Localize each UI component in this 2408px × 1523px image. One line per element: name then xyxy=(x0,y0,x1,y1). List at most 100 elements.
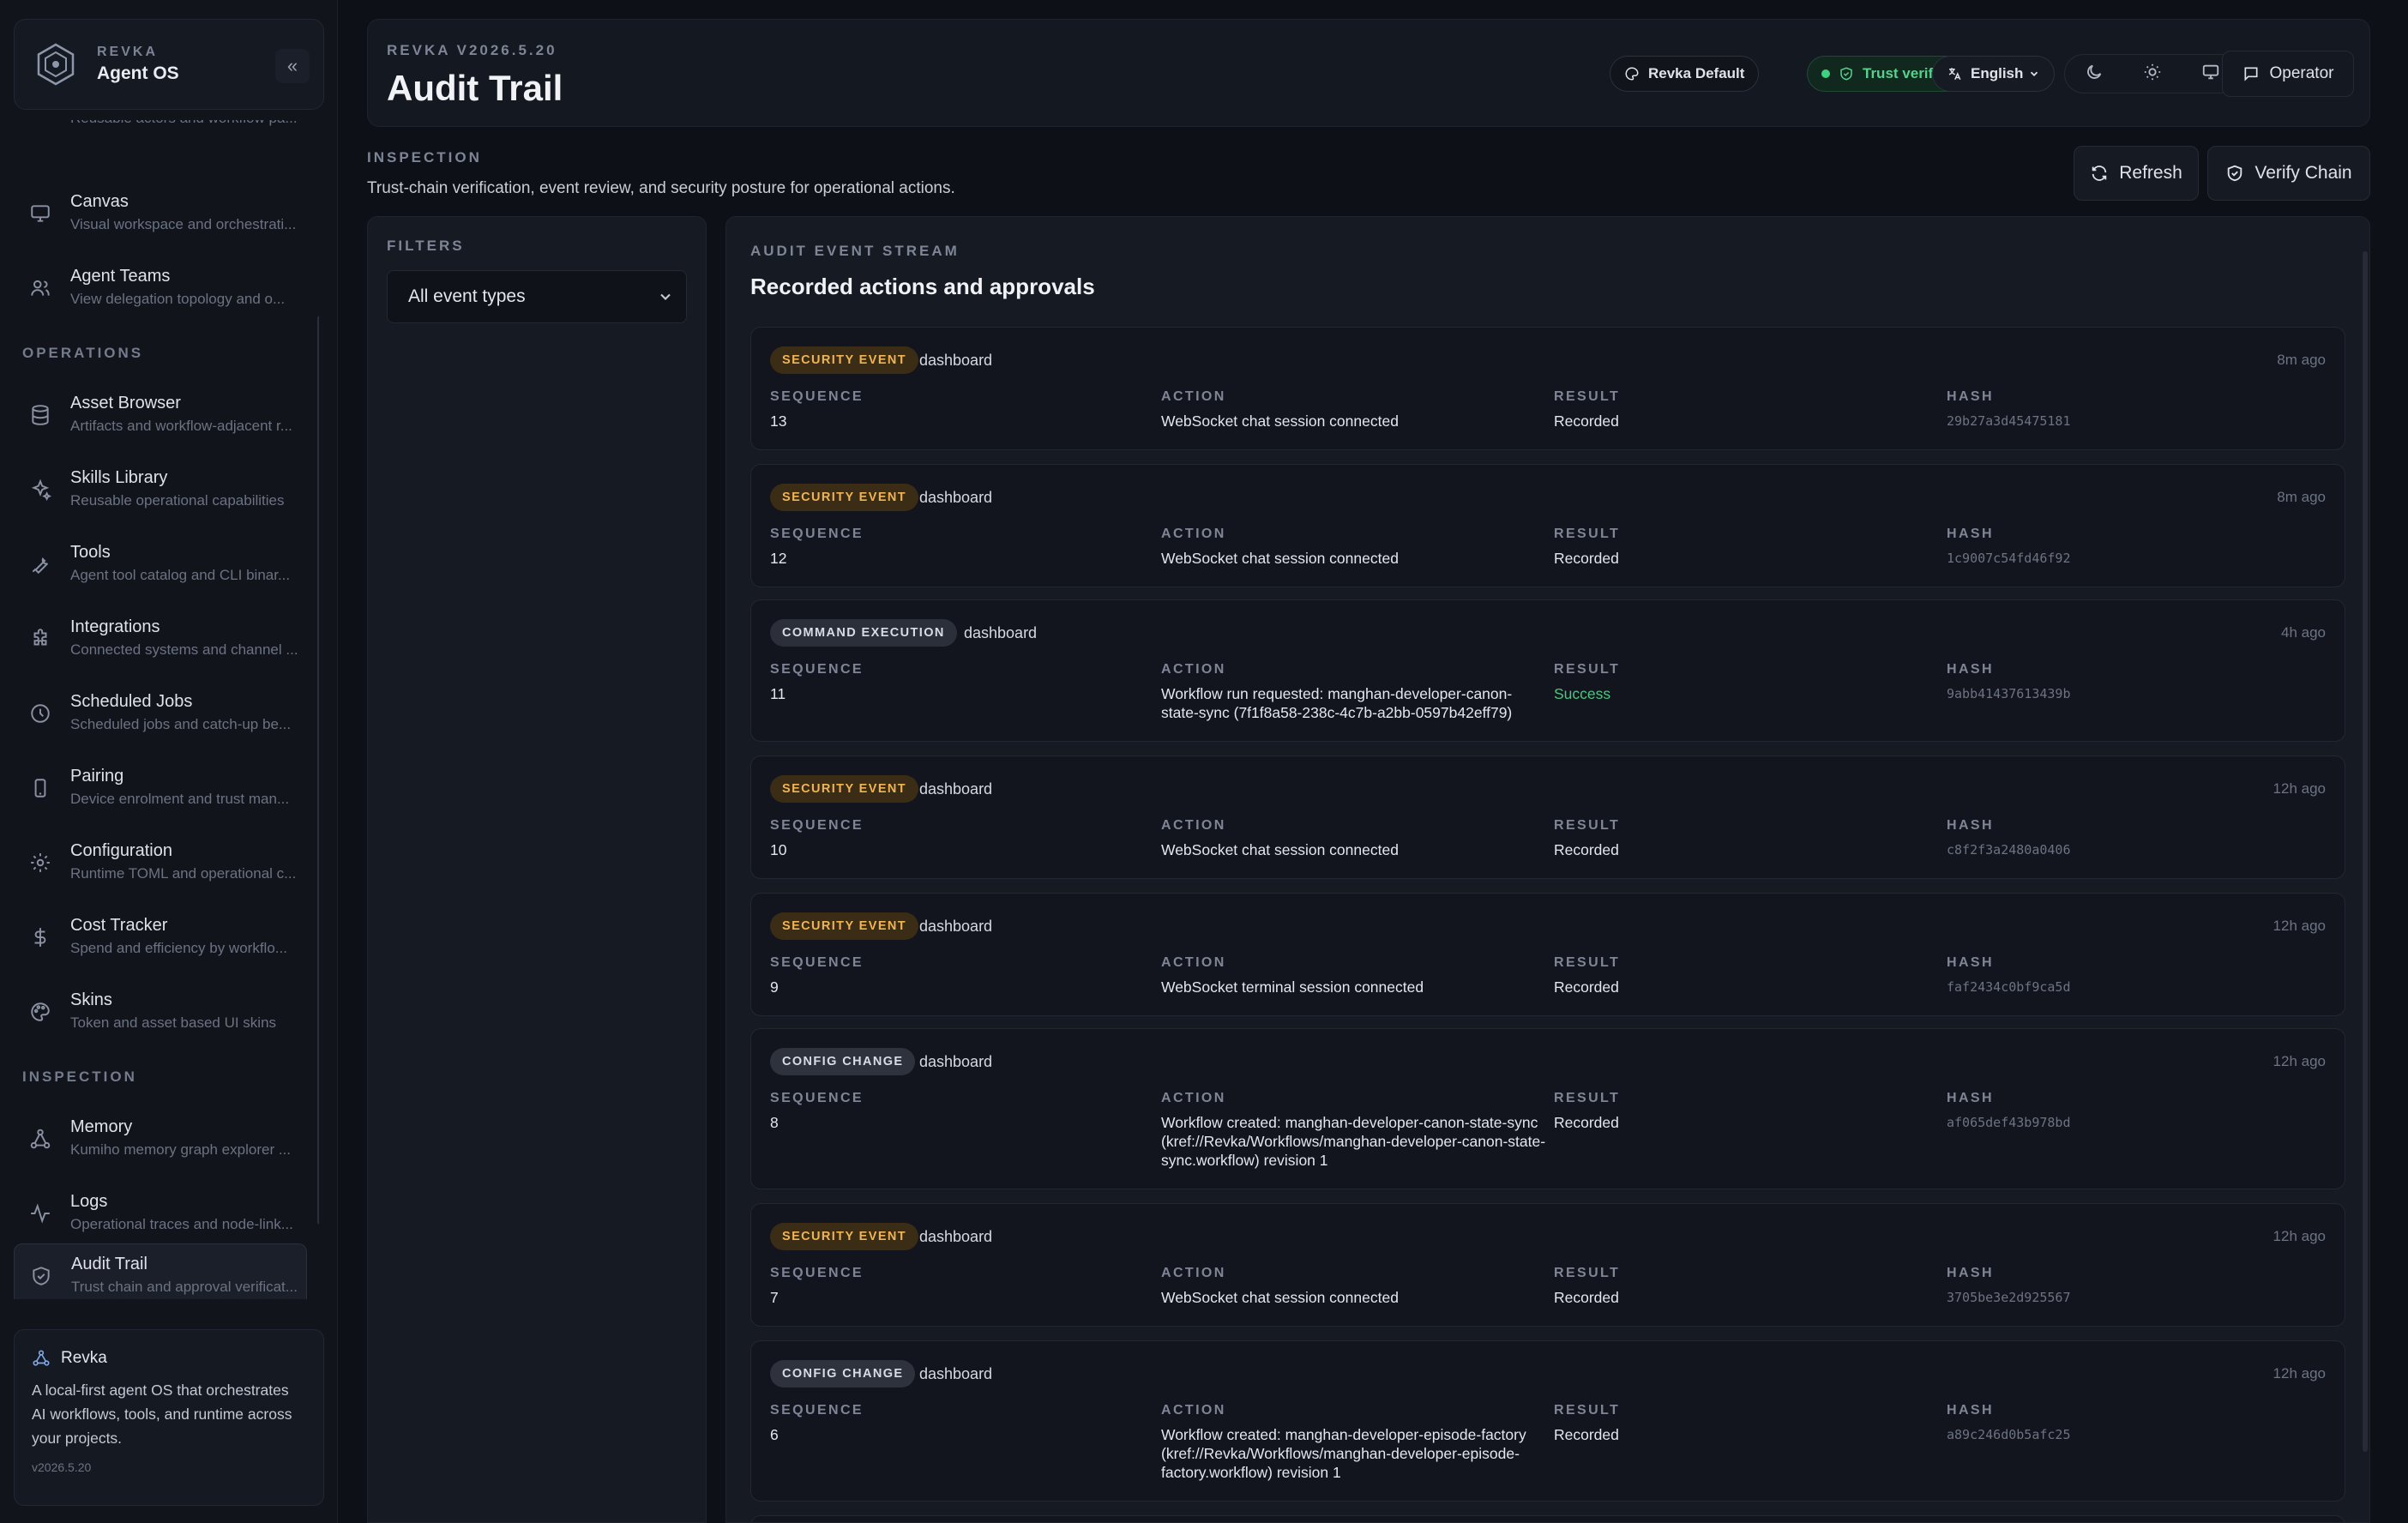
event-type-badge: SECURITY EVENT xyxy=(770,1223,919,1250)
sidebar-item-memory[interactable]: Memory Kumiho memory graph explorer ... xyxy=(14,1107,307,1172)
audit-event-card[interactable]: CONFIG CHANGE dashboard 12h ago SEQUENCE… xyxy=(750,1340,2345,1502)
about-version: v2026.5.20 xyxy=(32,1460,92,1474)
col-label-sequence: SEQUENCE xyxy=(770,1403,864,1418)
event-sequence: 10 xyxy=(770,841,787,858)
filters-panel: FILTERS All event types xyxy=(367,216,707,1523)
event-hash: c8f2f3a2480a0406 xyxy=(1947,842,2071,858)
col-label-sequence: SEQUENCE xyxy=(770,1091,864,1105)
system-theme-icon[interactable] xyxy=(2201,63,2220,86)
graph-icon xyxy=(29,1128,51,1150)
sidebar: REVKA Agent OS « Reusable actors and wor… xyxy=(0,0,338,1523)
sidebar-item-desc: Token and asset based UI skins xyxy=(70,1014,277,1031)
col-label-result: RESULT xyxy=(1554,1403,1621,1418)
col-label-sequence: SEQUENCE xyxy=(770,818,864,833)
top-header: REVKA V2026.5.20 Audit Trail Revka Defau… xyxy=(367,19,2370,127)
sidebar-item-audit-trail[interactable]: Audit Trail Trust chain and approval veri… xyxy=(14,1243,307,1299)
col-label-hash: HASH xyxy=(1947,1403,1994,1418)
gear-icon xyxy=(29,852,51,874)
audit-event-card[interactable]: SECURITY EVENT dashboard 12h ago SEQUENC… xyxy=(750,893,2345,1016)
audit-event-card[interactable] xyxy=(750,1515,2345,1522)
event-type-selected: All event types xyxy=(408,286,526,306)
refresh-icon xyxy=(2092,166,2107,181)
audit-event-card[interactable]: CONFIG CHANGE dashboard 12h ago SEQUENCE… xyxy=(750,1028,2345,1189)
event-hash: 9abb41437613439b xyxy=(1947,686,2071,701)
sidebar-item-label: Asset Browser xyxy=(70,394,181,412)
sidebar-item-skins[interactable]: Skins Token and asset based UI skins xyxy=(14,980,307,1045)
event-action: Workflow run requested: manghan-develope… xyxy=(1161,685,1513,721)
sidebar-item-label: Pairing xyxy=(70,767,124,786)
event-sequence: 9 xyxy=(770,978,779,996)
brand-name: Agent OS xyxy=(97,63,179,83)
sidebar-item-label: Integrations xyxy=(70,617,160,636)
sidebar-item-tools[interactable]: Tools Agent tool catalog and CLI binar... xyxy=(14,533,307,598)
event-type-badge: SECURITY EVENT xyxy=(770,346,919,374)
col-label-sequence: SEQUENCE xyxy=(770,662,864,677)
event-hash: 1c9007c54fd46f92 xyxy=(1947,551,2071,566)
sidebar-item-desc: Artifacts and workflow-adjacent r... xyxy=(70,418,292,434)
sun-icon[interactable] xyxy=(2143,63,2162,86)
sidebar-item-configuration[interactable]: Configuration Runtime TOML and operationa… xyxy=(14,831,307,896)
sidebar-item-cost-tracker[interactable]: Cost Tracker Spend and efficiency by work… xyxy=(14,906,307,971)
sidebar-item-desc: Device enrolment and trust man... xyxy=(70,791,290,807)
language-select[interactable]: English xyxy=(1932,56,2056,92)
about-title: Revka xyxy=(61,1349,107,1367)
sidebar-item-label: Audit Trail xyxy=(71,1255,147,1273)
event-action: WebSocket chat session connected xyxy=(1161,412,1399,430)
sidebar-item-skills-library[interactable]: Skills Library Reusable operational capab… xyxy=(14,458,307,523)
event-type-badge: COMMAND EXECUTION xyxy=(770,619,957,647)
sidebar-item-partial[interactable]: Reusable actors and workflow pa... xyxy=(14,120,307,141)
about-card: Revka A local-first agent OS that orches… xyxy=(14,1329,324,1506)
event-source: dashboard xyxy=(919,1228,993,1245)
col-label-result: RESULT xyxy=(1554,1091,1621,1105)
col-label-action: ACTION xyxy=(1161,527,1226,541)
message-square-icon xyxy=(2244,67,2257,81)
stream-scrollbar[interactable] xyxy=(2363,251,2368,1452)
col-label-action: ACTION xyxy=(1161,662,1226,677)
col-label-result: RESULT xyxy=(1554,389,1621,404)
sidebar-item-canvas[interactable]: Canvas Visual workspace and orchestrati..… xyxy=(14,182,307,247)
event-source: dashboard xyxy=(919,1053,993,1070)
sidebar-item-scheduled-jobs[interactable]: Scheduled Jobs Scheduled jobs and catch-u… xyxy=(14,682,307,747)
palette-icon xyxy=(1625,67,1639,81)
section-label-operations: OPERATIONS xyxy=(22,345,144,361)
sidebar-item-agent-teams[interactable]: Agent Teams View delegation topology and … xyxy=(14,256,307,322)
verify-chain-button[interactable]: Verify Chain xyxy=(2207,146,2370,201)
sidebar-item-desc: Agent tool catalog and CLI binar... xyxy=(70,567,291,583)
event-action: WebSocket terminal session connected xyxy=(1161,978,1424,996)
sidebar-item-logs[interactable]: Logs Operational traces and node-link... xyxy=(14,1182,307,1247)
chevron-down-icon xyxy=(660,293,671,300)
section-label-inspection: INSPECTION xyxy=(22,1069,137,1085)
moon-icon[interactable] xyxy=(2085,63,2104,86)
event-time: 12h ago xyxy=(2273,1053,2326,1069)
filters-eyebrow: FILTERS xyxy=(387,238,465,254)
sidebar-item-integrations[interactable]: Integrations Connected systems and channe… xyxy=(14,607,307,672)
event-source: dashboard xyxy=(919,352,993,369)
col-label-hash: HASH xyxy=(1947,389,1994,404)
event-type-badge: SECURITY EVENT xyxy=(770,484,919,511)
event-action: WebSocket chat session connected xyxy=(1161,1289,1399,1306)
refresh-button[interactable]: Refresh xyxy=(2074,146,2199,201)
audit-event-card[interactable]: SECURITY EVENT dashboard 8m ago SEQUENCE… xyxy=(750,464,2345,587)
sidebar-item-asset-browser[interactable]: Asset Browser Artifacts and workflow-adja… xyxy=(14,383,307,448)
audit-event-card[interactable]: COMMAND EXECUTION dashboard 4h ago SEQUE… xyxy=(750,599,2345,742)
event-action: WebSocket chat session connected xyxy=(1161,550,1399,567)
col-label-action: ACTION xyxy=(1161,1403,1226,1418)
collapse-sidebar-button[interactable]: « xyxy=(275,49,310,83)
operator-button[interactable]: Operator xyxy=(2222,51,2354,97)
event-time: 12h ago xyxy=(2273,1365,2326,1382)
audit-event-card[interactable]: SECURITY EVENT dashboard 12h ago SEQUENC… xyxy=(750,1203,2345,1327)
event-type-badge: SECURITY EVENT xyxy=(770,775,919,803)
event-action: Workflow created: manghan-developer-epis… xyxy=(1161,1426,1526,1481)
skin-pill[interactable]: Revka Default xyxy=(1610,56,1760,92)
brand-card[interactable]: REVKA Agent OS « xyxy=(14,19,324,110)
sidebar-item-pairing[interactable]: Pairing Device enrolment and trust man... xyxy=(14,756,307,822)
event-type-select[interactable]: All event types xyxy=(387,270,687,323)
audit-event-card[interactable]: SECURITY EVENT dashboard 8m ago SEQUENCE… xyxy=(750,327,2345,450)
event-result: Recorded xyxy=(1554,978,1619,996)
audit-event-card[interactable]: SECURITY EVENT dashboard 12h ago SEQUENC… xyxy=(750,755,2345,879)
event-type-badge: SECURITY EVENT xyxy=(770,912,919,940)
stream-eyebrow: AUDIT EVENT STREAM xyxy=(750,243,960,259)
event-hash: af065def43b978bd xyxy=(1947,1115,2071,1130)
sidebar-scrollbar[interactable] xyxy=(317,316,319,1225)
event-hash: a89c246d0b5afc25 xyxy=(1947,1427,2071,1442)
